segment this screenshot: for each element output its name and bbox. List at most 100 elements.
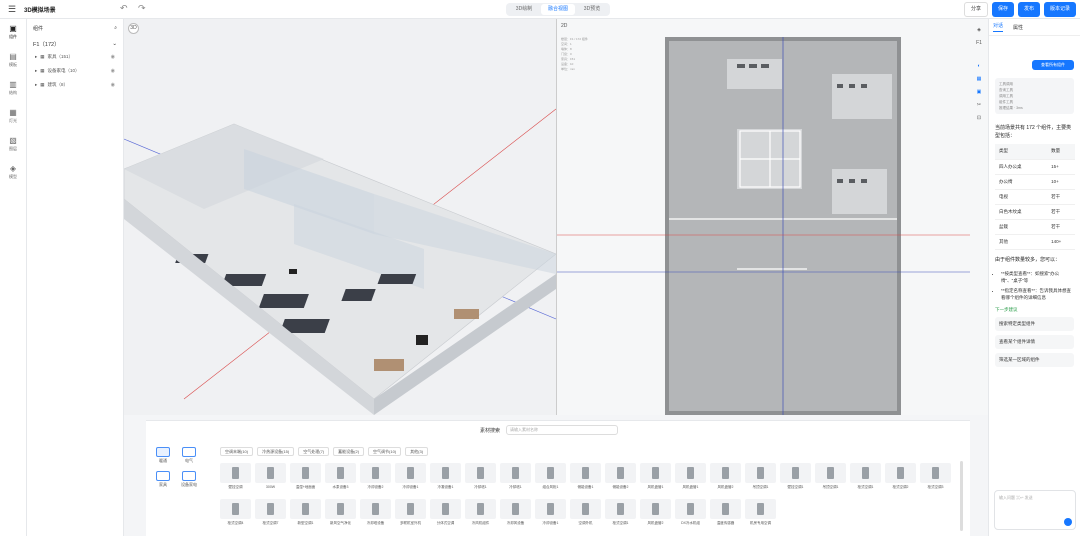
asset-card[interactable]: 储能设备1 [570, 463, 601, 497]
tab-fusion-view[interactable]: 融合视图 [541, 4, 575, 15]
filter-chip[interactable]: 空气处理(7) [298, 447, 330, 456]
undo-icon[interactable]: ↶ [120, 3, 128, 14]
asset-name: 冷却设备2 [367, 485, 384, 489]
chat-input[interactable]: 输入问题 ⌘↩ 发送 [994, 490, 1076, 530]
tab-3d-preview[interactable]: 3D预览 [575, 4, 609, 15]
chevron-down-icon: ⌄ [112, 40, 117, 47]
asset-card[interactable]: 分体式空调 [430, 499, 461, 533]
sidebar-item-structure[interactable]: ▥ 结构 [0, 75, 26, 103]
share-button[interactable]: 分享 [963, 2, 988, 17]
asset-thumbnail [500, 463, 531, 483]
asset-card[interactable]: 多联机室外机 [395, 499, 426, 533]
asset-card[interactable]: 柜式空调3 [920, 463, 951, 497]
publish-button[interactable]: 发布 [1017, 2, 1040, 17]
asset-card[interactable]: 储能设备2 [605, 463, 636, 497]
asset-card[interactable]: 冷却塔1 [500, 463, 531, 497]
plan-toolbar: ◈ F1 ◐ ▦ ▣ ✂ ⊡ [970, 19, 988, 415]
category-furniture[interactable]: 家具 [150, 469, 176, 493]
asset-card[interactable]: 空调外机 [570, 499, 601, 533]
asset-card[interactable]: 300W [255, 463, 286, 497]
tree-node[interactable]: ▸ ▦ 建筑（8） ◉ [27, 78, 123, 92]
asset-card[interactable]: 吊顶空调1 [815, 463, 846, 497]
tab-properties[interactable]: 属性 [1013, 24, 1023, 31]
version-history-button[interactable]: 版本记录 [1043, 2, 1076, 17]
layers-icon[interactable]: ◈ [970, 27, 988, 40]
asset-card[interactable]: 冷却塔设备 [360, 499, 391, 533]
sidebar-item-templates[interactable]: ▤ 模板 [0, 47, 26, 75]
2d-plan-view[interactable]: 2D 楼层：F1 / 172 组件 空间：1 墙体：8 门窗：0 家具：151 … [556, 19, 970, 415]
search-icon[interactable]: ⌕ [114, 25, 117, 31]
eye-icon[interactable]: ◉ [111, 54, 115, 60]
filter-chip[interactable]: 蓄能设备(2) [333, 447, 365, 456]
grid-icon[interactable]: ▦ [970, 76, 988, 89]
asset-card[interactable]: 冷却设备1 [535, 499, 566, 533]
tab-chat[interactable]: 对话 [993, 22, 1004, 32]
tree-node[interactable]: ▸ ▦ 家具（151） ◉ [27, 50, 123, 64]
view-mode-tabs: 3D绘制 融合视图 3D预览 [506, 3, 610, 16]
asset-card[interactable]: 壁挂空调1 [780, 463, 811, 497]
asset-thumbnail [605, 463, 636, 483]
asset-card[interactable]: 温度传感器 [710, 499, 741, 533]
asset-card[interactable]: 柜式空调2 [885, 463, 916, 497]
asset-card[interactable]: 冷风机组件 [465, 499, 496, 533]
filter-chip[interactable]: 冷热源设备(15) [257, 447, 295, 456]
3d-viewport[interactable]: 3D [124, 19, 556, 415]
sidebar-item-images[interactable]: ▧ 图层 [0, 131, 26, 159]
redo-icon[interactable]: ↷ [138, 3, 146, 14]
category-appliances[interactable]: 设备家电 [176, 469, 202, 493]
asset-card[interactable]: 风机盘管1 [640, 463, 671, 497]
sidebar-item-models[interactable]: ◈ 模型 [0, 159, 26, 187]
asset-card[interactable]: 柜式空调1 [850, 463, 881, 497]
asset-card[interactable]: 新型空调1 [290, 499, 321, 533]
filter-chip[interactable]: 其他(3) [405, 447, 429, 456]
asset-card[interactable]: 壁挂空调 [220, 463, 251, 497]
asset-card[interactable]: 冷却塔1 [465, 463, 496, 497]
asset-card[interactable]: 机房专用空调 [745, 499, 776, 533]
filter-chip[interactable]: 空气调节(10) [368, 447, 402, 456]
focus-icon[interactable]: ⊡ [970, 115, 988, 128]
suggestion-chip[interactable]: 搜索特定类型组件 [995, 316, 1074, 331]
asset-card[interactable]: 冷却设备2 [360, 463, 391, 497]
sidebar-item-lights[interactable]: ▦ 灯光 [0, 103, 26, 131]
asset-card[interactable]: 冷却设备1 [395, 463, 426, 497]
category-hvac[interactable]: 暖通 [150, 445, 176, 469]
compass-icon[interactable]: ◐ [970, 63, 988, 76]
asset-card[interactable]: 柜式空调4 [220, 499, 251, 533]
asset-name: 柜式空调4 [227, 521, 244, 525]
sidebar-item-components[interactable]: ▣ 组件 [0, 19, 26, 47]
suggestion-chip[interactable]: 查看某个组件详情 [995, 334, 1074, 349]
floor-indicator: F1 [976, 40, 982, 46]
asset-card[interactable]: 新风空气净化 [325, 499, 356, 533]
tree-node[interactable]: ▸ ▦ 设备家电（10） ◉ [27, 64, 123, 78]
category-electrical[interactable]: 电气 [176, 445, 202, 469]
asset-card[interactable]: 柜式空调1 [605, 499, 636, 533]
eye-icon[interactable]: ◉ [111, 68, 115, 74]
asset-card[interactable]: 柜式空调7 [255, 499, 286, 533]
asset-card[interactable]: DX冷水机组 [675, 499, 706, 533]
asset-card[interactable]: 风机盘管1 [675, 463, 706, 497]
cut-icon[interactable]: ✂ [970, 102, 988, 115]
filter-chip[interactable]: 空调末端(10) [220, 447, 254, 456]
eye-icon[interactable]: ◉ [111, 82, 115, 88]
folder-icon [182, 471, 196, 481]
asset-name: 储能设备2 [612, 485, 629, 489]
menu-icon[interactable]: ☰ [0, 4, 24, 15]
asset-card[interactable]: 风机盘管2 [640, 499, 671, 533]
asset-card[interactable]: 吊顶空调1 [745, 463, 776, 497]
view-all-components-button[interactable]: 查看所有组件 [1032, 60, 1074, 70]
tab-3d-draw[interactable]: 3D绘制 [507, 4, 541, 15]
asset-card[interactable]: 冷却风设备 [500, 499, 531, 533]
asset-card[interactable]: 风机盘管2 [710, 463, 741, 497]
asset-card[interactable]: 组合风柜1 [535, 463, 566, 497]
send-icon[interactable] [1064, 518, 1072, 526]
floor-selector[interactable]: F1（172） ⌄ [27, 37, 123, 50]
save-button[interactable]: 保存 [991, 2, 1014, 17]
asset-card[interactable]: 水泵设备3 [325, 463, 356, 497]
asset-card[interactable]: 冷凝设备1 [430, 463, 461, 497]
save-icon[interactable]: ▣ [970, 89, 988, 102]
asset-card[interactable]: 温湿+地面面 [290, 463, 321, 497]
asset-search-input[interactable]: 请输入素材名称 [506, 425, 619, 435]
suggestion-chip[interactable]: 筛选某一区域的组件 [995, 352, 1074, 367]
asset-thumbnail [290, 463, 321, 483]
scrollbar[interactable] [960, 461, 963, 531]
